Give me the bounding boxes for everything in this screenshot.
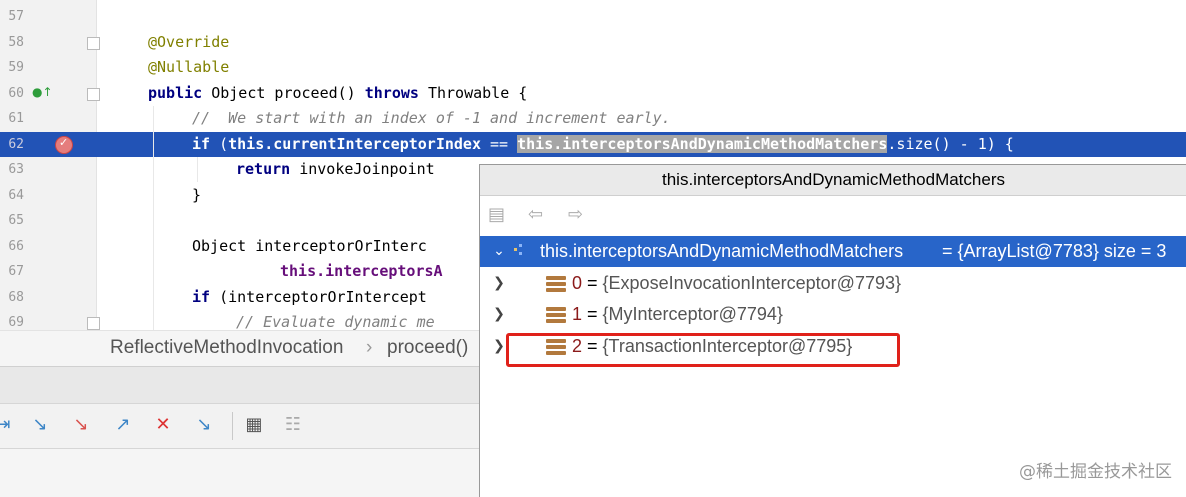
line-number: 66 [8, 238, 24, 254]
debug-toolbar: ⇥ ↘ ↘ ↗ ✕ ↘ ▦ ☷ [0, 403, 480, 449]
list-icon [513, 241, 527, 261]
field-reference: this.currentInterceptorIndex [228, 134, 481, 153]
toolbar-separator [232, 412, 233, 440]
chevron-down-icon[interactable]: ⌄ [492, 236, 506, 267]
tree-item-row[interactable]: ❯ 1 = {MyInterceptor@7794} [480, 299, 1186, 330]
line-number: 57 [8, 9, 24, 24]
breadcrumb-method[interactable]: proceed() [387, 337, 468, 359]
code-comment: // Evaluate dynamic me [236, 313, 435, 330]
line-number: 59 [8, 60, 24, 75]
line-number: 61 [8, 111, 24, 126]
field-reference: this.interceptorsA [280, 262, 443, 280]
field-icon [546, 307, 566, 323]
breakpoint-icon[interactable] [55, 135, 73, 154]
item-value: {ExposeInvocationInterceptor@7793} [602, 273, 902, 293]
keyword: public [148, 83, 203, 102]
root-variable-value: = {ArrayList@7783} size = 3 [942, 241, 1167, 261]
code-text: .size() - 1) { [887, 134, 1014, 153]
line-number: 68 [8, 289, 24, 305]
indent-guide [153, 106, 154, 330]
highlight-annotation-box [506, 333, 900, 367]
keyword: return [236, 160, 291, 178]
code-text: (interceptorOrIntercept [210, 287, 427, 306]
chevron-right-icon[interactable]: ❯ [492, 331, 506, 362]
annotation-override: @Override [148, 32, 230, 51]
popup-toolbar: ▤ ⇦ ⇨ [480, 196, 1186, 234]
line-number: 67 [8, 264, 24, 279]
code-comment: // We start with an index of -1 and incr… [192, 109, 671, 127]
show-execution-point-icon[interactable]: ⇥ [0, 414, 14, 436]
code-text: Throwable { [418, 83, 528, 102]
chevron-right-icon[interactable]: ❯ [492, 299, 506, 330]
annotation-nullable: @Nullable [148, 58, 230, 76]
line-number: 63 [8, 162, 24, 177]
quick-evaluate-popup[interactable]: this.interceptorsAndDynamicMethodMatcher… [479, 164, 1186, 497]
debug-panel-header [0, 366, 480, 404]
code-line-60[interactable]: 60 ●↑ public Object proceed() throws Thr… [0, 81, 1186, 107]
item-index: 0 [572, 273, 583, 293]
item-equals: = [582, 304, 603, 324]
code-text: Object interceptorOrInterc [192, 236, 427, 255]
code-line-61[interactable]: 61 // We start with an index of -1 and i… [0, 106, 1186, 132]
root-variable-name: this.interceptorsAndDynamicMethodMatcher… [540, 241, 904, 261]
run-to-cursor-icon[interactable]: ↘ [193, 414, 215, 436]
line-number: 58 [8, 34, 24, 50]
item-index: 1 [572, 304, 583, 324]
trace-stream-icon[interactable]: ☷ [282, 414, 304, 436]
keyword: if [192, 287, 211, 306]
breadcrumb-class[interactable]: ReflectiveMethodInvocation [110, 337, 343, 359]
fold-marker-icon[interactable] [87, 87, 100, 101]
code-line-62-current[interactable]: 62 if (this.currentInterceptorIndex == t… [0, 131, 1186, 157]
tree-icon[interactable]: ▤ [488, 204, 505, 225]
override-method-icon[interactable]: ●↑ [32, 85, 53, 99]
indent-guide [197, 157, 198, 182]
selected-expression[interactable]: this.interceptorsAndDynamicMethodMatcher… [517, 134, 888, 153]
line-number: 60 [8, 85, 24, 101]
fold-marker-icon[interactable] [87, 317, 100, 330]
line-number: 62 [8, 136, 24, 152]
forward-arrow-icon[interactable]: ⇨ [568, 204, 583, 225]
tree-root-row[interactable]: ⌄ this.interceptorsAndDynamicMethodMatch… [480, 236, 1186, 267]
drop-frame-icon[interactable]: ✕ [152, 414, 174, 436]
chevron-right-icon[interactable]: ❯ [492, 268, 506, 299]
code-text: } [192, 185, 202, 204]
keyword: if [192, 134, 211, 153]
code-line-59[interactable]: 59 @Nullable [0, 55, 1186, 81]
field-icon [546, 276, 566, 292]
line-number: 69 [8, 315, 24, 330]
code-text: invokeJoinpoint [290, 160, 435, 178]
line-number: 65 [8, 213, 24, 228]
breadcrumb-separator: › [366, 337, 373, 358]
step-over-icon[interactable]: ↘ [29, 414, 51, 436]
step-out-icon[interactable]: ↗ [112, 414, 134, 436]
debug-panel-bottom [0, 448, 480, 497]
code-text: Object proceed() [202, 83, 365, 102]
watermark: @稀土掘金技术社区 [1019, 462, 1172, 482]
evaluate-expression-icon[interactable]: ▦ [243, 414, 265, 436]
step-into-icon[interactable]: ↘ [70, 414, 92, 436]
code-text: ( [210, 134, 229, 153]
item-value: {MyInterceptor@7794} [602, 304, 783, 324]
code-text: == [481, 134, 518, 153]
keyword: throws [364, 83, 419, 102]
line-number: 64 [8, 187, 24, 203]
back-arrow-icon[interactable]: ⇦ [528, 204, 543, 225]
item-equals: = [582, 273, 603, 293]
breadcrumb: ReflectiveMethodInvocation › proceed() [0, 330, 480, 367]
tree-item-row[interactable]: ❯ 0 = {ExposeInvocationInterceptor@7793} [480, 268, 1186, 299]
code-line-58[interactable]: 58 @Override [0, 30, 1186, 56]
code-line-57[interactable]: 57 [0, 4, 1186, 30]
fold-marker-icon[interactable] [87, 36, 100, 50]
popup-title: this.interceptorsAndDynamicMethodMatcher… [480, 165, 1186, 196]
